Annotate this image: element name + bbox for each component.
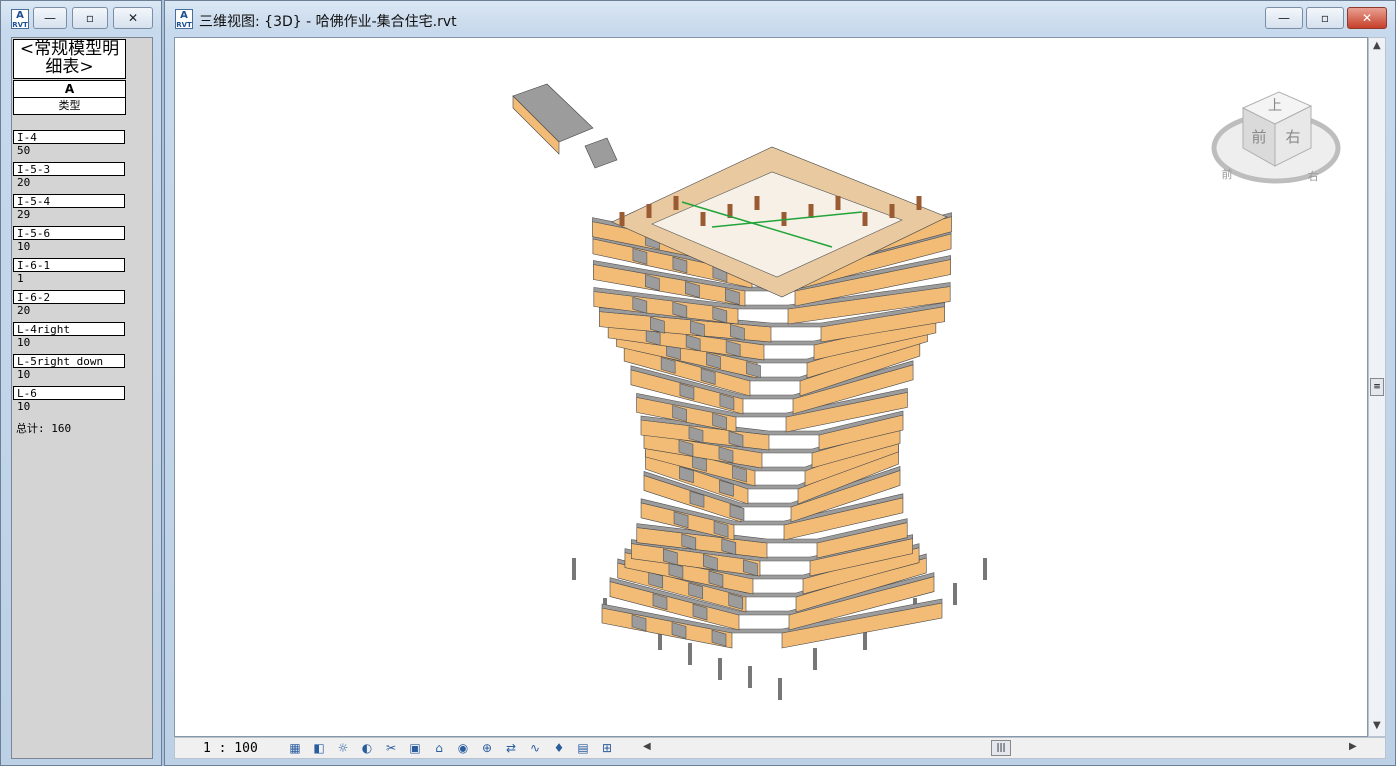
- building-model[interactable]: 上 前 右 前 右: [175, 38, 1368, 737]
- row-count-cell: 10: [17, 368, 31, 381]
- scroll-up-icon[interactable]: ▲: [1373, 40, 1381, 51]
- row-type-cell[interactable]: L-5right down: [13, 354, 125, 368]
- scroll-down-icon[interactable]: ▼: [1373, 720, 1381, 731]
- worksharing-icon[interactable]: ⇄: [503, 740, 519, 756]
- row-count-cell: 20: [17, 304, 31, 317]
- column-header[interactable]: 类型: [13, 97, 126, 115]
- show-crop-icon[interactable]: ▣: [407, 740, 423, 756]
- scale-selector[interactable]: 1 : 100: [203, 741, 258, 756]
- row-count-cell: 29: [17, 208, 31, 221]
- horizontal-scroll-thumb[interactable]: |||: [991, 740, 1011, 756]
- viewcube-right-label[interactable]: 右: [1285, 128, 1300, 146]
- row-count-cell: 10: [17, 400, 31, 413]
- schedule-row[interactable]: I-4 50: [13, 130, 125, 160]
- row-count-cell: 10: [17, 336, 31, 349]
- revit-file-icon[interactable]: A RVT: [175, 9, 193, 29]
- schedule-row[interactable]: I-5-4 29: [13, 194, 125, 224]
- reveal-hidden-icon[interactable]: ⊕: [479, 740, 495, 756]
- design-options-icon[interactable]: ⊞: [599, 740, 615, 756]
- render-icon[interactable]: ▤: [575, 740, 591, 756]
- floating-block: [584, 137, 618, 169]
- row-type-cell[interactable]: L-6: [13, 386, 125, 400]
- crop-view-icon[interactable]: ✂: [383, 740, 399, 756]
- row-count-cell: 50: [17, 144, 31, 157]
- revit-file-icon[interactable]: A RVT: [11, 9, 29, 29]
- viewcube[interactable]: 上 前 右 前 右: [1211, 91, 1341, 184]
- vertical-scrollbar[interactable]: ▲ ≡ ▼: [1368, 37, 1386, 737]
- schedule-row[interactable]: L-6 10: [13, 386, 125, 416]
- horizontal-scrollbar[interactable]: ◀ ||| ▶: [641, 740, 1359, 756]
- row-type-cell[interactable]: I-6-2: [13, 290, 125, 304]
- detail-level-icon[interactable]: ▦: [287, 740, 303, 756]
- close-button[interactable]: ✕: [1347, 7, 1387, 29]
- row-type-cell[interactable]: I-5-3: [13, 162, 125, 176]
- sun-path-icon[interactable]: ☼: [335, 740, 351, 756]
- schedule-row[interactable]: L-5right down 10: [13, 354, 125, 384]
- unlock-3d-icon[interactable]: ⌂: [431, 740, 447, 756]
- row-type-cell[interactable]: L-4right: [13, 322, 125, 336]
- minimize-button[interactable]: —: [33, 7, 67, 29]
- viewcube-ring-right[interactable]: 右: [1308, 169, 1319, 183]
- maximize-button[interactable]: ▫: [1306, 7, 1344, 29]
- maximize-button[interactable]: ▫: [72, 7, 108, 29]
- row-type-cell[interactable]: I-6-1: [13, 258, 125, 272]
- 3d-viewport[interactable]: 上 前 右 前 右: [174, 37, 1368, 737]
- schedule-window: A RVT — ▫ ✕ <常规模型明细表> A 类型 I-4 50 I-5-3 20 I-…: [0, 0, 162, 766]
- row-count-cell: 20: [17, 176, 31, 189]
- schedule-row[interactable]: I-6-1 1: [13, 258, 125, 288]
- vertical-scroll-thumb[interactable]: ≡: [1370, 378, 1384, 396]
- view-control-bar: 1 : 100 ▦ ◧ ☼ ◐ ✂ ▣ ⌂ ◉ ⊕ ⇄ ∿ ♦ ▤ ⊞ ◀ ||| ▶: [174, 737, 1386, 759]
- row-type-cell[interactable]: I-4: [13, 130, 125, 144]
- viewcube-front-label[interactable]: 前: [1251, 128, 1266, 146]
- row-type-cell[interactable]: I-5-4: [13, 194, 125, 208]
- schedule-total: 总计: 160: [16, 422, 72, 435]
- schedule-row[interactable]: I-5-3 20: [13, 162, 125, 192]
- column-letter[interactable]: A: [13, 80, 126, 97]
- view-title: 三维视图: {3D} - 哈佛作业-集合住宅.rvt: [199, 14, 457, 30]
- analysis-icon[interactable]: ∿: [527, 740, 543, 756]
- visual-style-icon[interactable]: ◧: [311, 740, 327, 756]
- highlight-icon[interactable]: ♦: [551, 740, 567, 756]
- scroll-left-icon[interactable]: ◀: [643, 741, 651, 752]
- temporary-hide-icon[interactable]: ◉: [455, 740, 471, 756]
- schedule-row[interactable]: I-6-2 20: [13, 290, 125, 320]
- view-window: A RVT 三维视图: {3D} - 哈佛作业-集合住宅.rvt — ▫ ✕ 上 …: [164, 0, 1396, 766]
- schedule-titlebar: A RVT — ▫ ✕: [1, 1, 161, 37]
- scroll-right-icon[interactable]: ▶: [1349, 741, 1357, 752]
- schedule-row[interactable]: L-4right 10: [13, 322, 125, 352]
- schedule-title: <常规模型明细表>: [13, 39, 126, 79]
- schedule-table[interactable]: <常规模型明细表> A 类型 I-4 50 I-5-3 20 I-5-4 29 I-5-6 1…: [11, 37, 153, 759]
- minimize-button[interactable]: —: [1265, 7, 1303, 29]
- shadows-icon[interactable]: ◐: [359, 740, 375, 756]
- row-type-cell[interactable]: I-5-6: [13, 226, 125, 240]
- viewcube-ring-front[interactable]: 前: [1222, 167, 1233, 181]
- schedule-row[interactable]: I-5-6 10: [13, 226, 125, 256]
- row-count-cell: 10: [17, 240, 31, 253]
- row-count-cell: 1: [17, 272, 24, 285]
- view-titlebar: A RVT 三维视图: {3D} - 哈佛作业-集合住宅.rvt — ▫ ✕: [165, 1, 1395, 37]
- viewcube-top-label[interactable]: 上: [1268, 98, 1282, 114]
- close-button[interactable]: ✕: [113, 7, 153, 29]
